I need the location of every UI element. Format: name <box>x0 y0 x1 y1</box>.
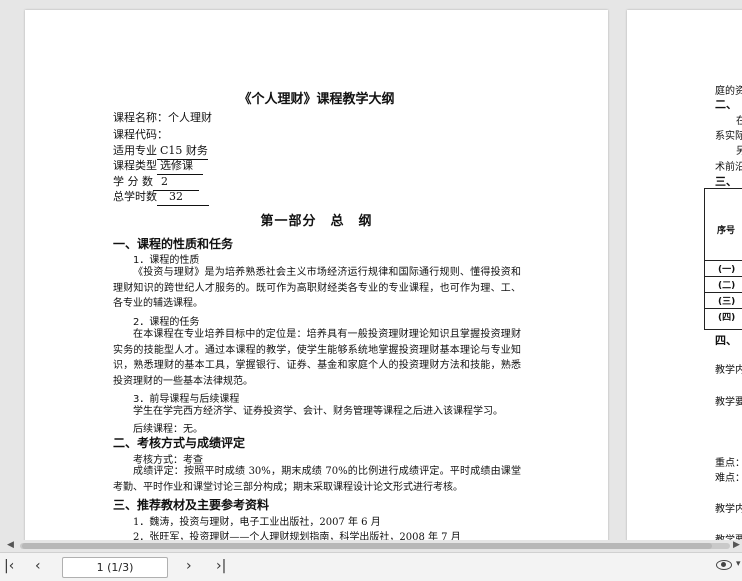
paragraph: 学生在学完西方经济学、证券投资学、会计、财务管理等课程之后进入该课程学习。 <box>133 406 503 417</box>
horizontal-scrollbar[interactable]: ◀ ▶ <box>0 540 742 552</box>
document-viewer: 《个人理财》课程教学大纲 课程名称：个人理财 课程代码： 适用专业 C15 财务 … <box>0 0 742 581</box>
hours-value: 32 <box>157 189 209 206</box>
hours-row: 总学时数 32 <box>113 189 209 206</box>
page2-heading: 二、 <box>715 98 737 111</box>
table-header: 序号 <box>717 226 736 236</box>
page2-text: 教学要 <box>715 531 742 540</box>
type-value: 选修课 <box>157 158 203 175</box>
course-name: 课程名称：个人理财 <box>113 111 212 124</box>
section-heading: 三、推荐教材及主要参考资料 <box>113 498 270 512</box>
page2-text: 教学内 <box>715 504 742 515</box>
scrollbar-thumb[interactable] <box>22 543 712 549</box>
page2-text: 重点： <box>715 458 742 469</box>
subsection-heading: 3．前导课程与后续课程 <box>133 394 240 405</box>
section-heading: 二、考核方式与成绩评定 <box>113 436 246 450</box>
hours-label: 总学时数 <box>113 190 157 203</box>
last-page-icon[interactable]: ›| <box>216 558 226 574</box>
subsection-heading: 1．课程的性质 <box>133 255 200 266</box>
table-cell: (二) <box>718 281 736 291</box>
page2-table: 序号 (一) (二) (三) (四) <box>704 188 742 330</box>
page-navigation-toolbar: |‹ ‹ 1 (1/3) › ›| ▾ <box>0 552 742 581</box>
page2-text: 系实际 <box>715 131 742 142</box>
page2-heading: 三、 <box>715 175 737 188</box>
major-label: 适用专业 <box>113 144 157 157</box>
page-number-input[interactable]: 1 (1/3) <box>62 557 168 578</box>
page2-heading: 四、 <box>715 334 737 347</box>
scroll-left-icon[interactable]: ◀ <box>7 540 14 550</box>
table-cell: (一) <box>718 265 736 275</box>
reference-item: 2．张旺军，投资理财——个人理财规划指南，科学出版社，2008 年 7 月 <box>133 532 461 540</box>
table-row: (三) <box>705 292 742 308</box>
table-cell: (四) <box>718 313 736 323</box>
page2-text: 难点： <box>715 473 742 484</box>
document-canvas[interactable]: 《个人理财》课程教学大纲 课程名称：个人理财 课程代码： 适用专业 C15 财务 … <box>0 0 742 540</box>
table-row: (四) <box>705 308 742 324</box>
page2-text: 庭的资 <box>715 86 742 97</box>
prev-page-icon[interactable]: ‹ <box>35 558 41 574</box>
page2-text: 教学内 <box>715 365 742 376</box>
page2-text: 教学要 <box>715 397 742 408</box>
paragraph: 成绩评定：按照平时成绩 30%，期末成绩 70%的比例进行成绩评定。平时成绩由课… <box>113 466 521 493</box>
reference-item: 1．魏涛，投资与理财，电子工业出版社，2007 年 6 月 <box>133 517 381 528</box>
page-2: 庭的资 二、 在 系实际 另 术前沿 三、 序号 (一) (二) (三) (四) <box>627 10 742 540</box>
table-row: (二) <box>705 276 742 292</box>
course-code: 课程代码： <box>113 128 168 141</box>
page-1: 《个人理财》课程教学大纲 课程名称：个人理财 课程代码： 适用专业 C15 财务 … <box>25 10 608 540</box>
scroll-right-icon[interactable]: ▶ <box>733 540 740 550</box>
chevron-down-icon[interactable]: ▾ <box>736 559 741 569</box>
credits-label: 学 分 数 <box>113 175 153 188</box>
table-row: (一) <box>705 260 742 276</box>
page2-text: 另 <box>736 146 742 157</box>
page2-text: 术前沿 <box>715 162 742 173</box>
type-row: 课程类型 选修课 <box>113 158 203 175</box>
paragraph: 在本课程在专业培养目标中的定位是：培养具有一般投资理财理论知识且掌握投资理财实务… <box>113 329 521 387</box>
next-page-icon[interactable]: › <box>186 558 192 574</box>
page2-text: 在 <box>736 116 742 127</box>
paragraph: 后续课程：无。 <box>133 424 203 435</box>
eye-icon[interactable] <box>716 560 732 570</box>
paragraph: 《投资与理财》是为培养熟悉社会主义市场经济运行规律和国际通行规则、懂得投资和理财… <box>113 267 521 309</box>
document-title: 《个人理财》课程教学大纲 <box>238 92 395 107</box>
section-heading: 一、课程的性质和任务 <box>113 237 234 251</box>
type-label: 课程类型 <box>113 159 157 172</box>
part-title: 第一部分 总 纲 <box>260 214 373 229</box>
subsection-heading: 2．课程的任务 <box>133 317 200 328</box>
first-page-icon[interactable]: |‹ <box>4 558 14 574</box>
table-cell: (三) <box>718 297 736 307</box>
